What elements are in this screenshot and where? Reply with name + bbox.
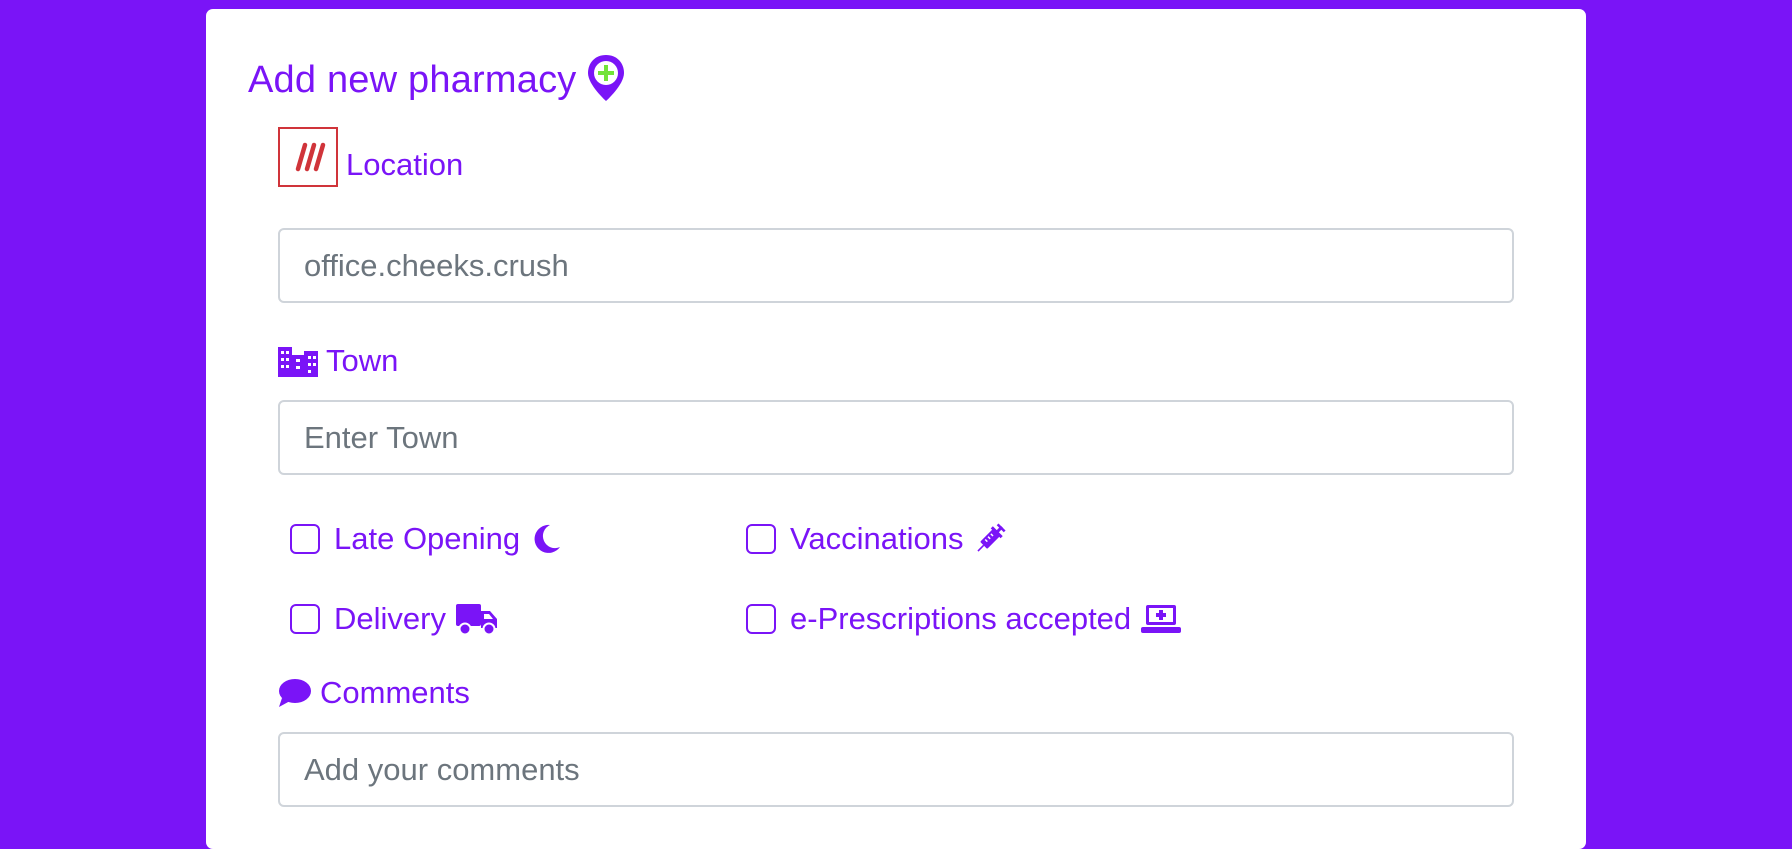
city-icon — [278, 345, 318, 377]
form-header: Add new pharmacy — [248, 53, 626, 108]
late-opening-option[interactable]: Late Opening — [290, 521, 562, 557]
e-prescriptions-option[interactable]: e-Prescriptions accepted — [746, 601, 1182, 637]
delivery-checkbox[interactable] — [290, 604, 320, 634]
delivery-label: Delivery — [334, 601, 446, 636]
moon-icon — [530, 523, 562, 555]
vaccinations-option[interactable]: Vaccinations — [746, 521, 1007, 557]
what3words-icon — [278, 127, 338, 187]
laptop-medical-icon — [1141, 603, 1182, 635]
comments-label: Comments — [320, 675, 470, 710]
vaccinations-label: Vaccinations — [790, 521, 964, 556]
location-label: Location — [346, 147, 464, 182]
comments-input[interactable] — [278, 732, 1514, 807]
page-title: Add new pharmacy — [248, 59, 577, 101]
e-prescriptions-checkbox[interactable] — [746, 604, 776, 634]
location-label-row: Location — [278, 127, 463, 187]
late-opening-label: Late Opening — [334, 521, 521, 556]
e-prescriptions-label: e-Prescriptions accepted — [790, 601, 1132, 636]
town-label: Town — [326, 343, 399, 378]
vaccinations-checkbox[interactable] — [746, 524, 776, 554]
delivery-option[interactable]: Delivery — [290, 601, 498, 637]
town-label-row: Town — [278, 343, 398, 379]
map-marker-plus-icon — [586, 53, 626, 108]
late-opening-checkbox[interactable] — [290, 524, 320, 554]
comment-icon — [278, 678, 312, 708]
comments-label-row: Comments — [278, 675, 470, 711]
location-input[interactable] — [278, 228, 1514, 303]
town-input[interactable] — [278, 400, 1514, 475]
syringe-icon — [973, 522, 1007, 556]
truck-icon — [455, 602, 498, 636]
add-pharmacy-card: Add new pharmacy Location office.cheeks.… — [206, 9, 1586, 849]
